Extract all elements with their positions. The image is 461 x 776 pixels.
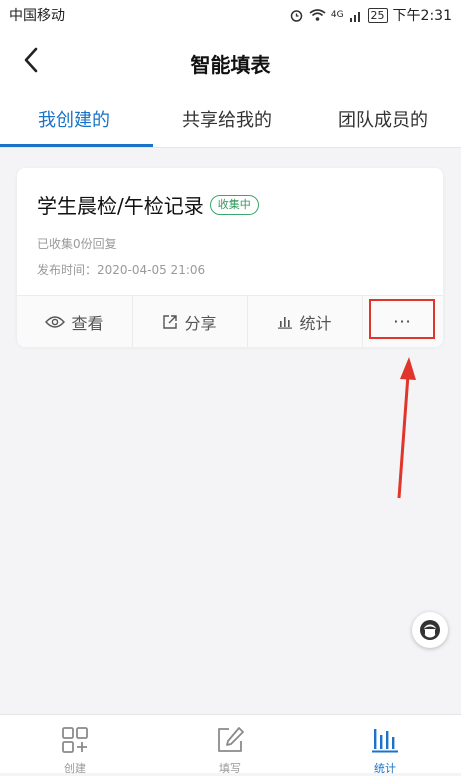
view-button[interactable]: 查看 (17, 296, 132, 347)
card-title-row: 学生晨检/午检记录 收集中 (37, 190, 259, 219)
highlight-box (369, 299, 435, 339)
active-tab-indicator (0, 144, 153, 147)
signal-icon (349, 11, 360, 22)
stats-button[interactable]: 统计 (247, 296, 362, 347)
form-card[interactable]: 学生晨检/午检记录 收集中 已收集0份回复 发布时间：2020-04-05 21… (17, 168, 443, 347)
tab-bar: 我创建的 共享给我的 团队成员的 (0, 96, 461, 148)
time: 下午2:31 (392, 8, 452, 24)
create-grid-icon (62, 727, 88, 753)
bar-chart-icon (278, 316, 293, 329)
view-label: 查看 (71, 313, 104, 333)
battery-indicator: 25 (367, 7, 388, 23)
page-title: 智能填表 (190, 53, 271, 77)
bottom-nav-create[interactable]: 创建 (15, 715, 135, 775)
tab-my-created[interactable]: 我创建的 (38, 106, 110, 132)
alarm-icon (290, 9, 303, 22)
bottom-nav-stats-label: 统计 (374, 762, 396, 775)
status-bar: 中国移动 4G 25 下午2:31 (0, 0, 461, 28)
status-badge: 收集中 (209, 194, 259, 215)
carrier-name: 中国移动 (9, 8, 65, 24)
stats-label: 统计 (299, 313, 332, 333)
bottom-nav-fill-label: 填写 (219, 762, 241, 775)
tab-shared-with-me[interactable]: 共享给我的 (182, 106, 272, 132)
eye-icon (45, 315, 66, 328)
bottom-nav: 创建 填写 统计 (0, 714, 461, 775)
bottom-nav-fill[interactable]: 填写 (170, 715, 290, 775)
bottom-nav-stats[interactable]: 统计 (325, 715, 445, 775)
response-count: 已收集0份回复 (37, 237, 117, 251)
annotation-arrow (397, 357, 416, 499)
publish-time: 发布时间：2020-04-05 21:06 (37, 263, 206, 277)
edit-icon (218, 727, 244, 752)
nav-bar: 智能填表 (0, 36, 461, 86)
wifi-icon (309, 9, 326, 21)
share-button[interactable]: 分享 (132, 296, 247, 347)
bottom-nav-create-label: 创建 (64, 762, 86, 775)
form-title: 学生晨检/午检记录 (37, 194, 204, 218)
network-type: 4G (330, 10, 344, 20)
status-icons: 4G 25 下午2:31 (289, 5, 452, 25)
stats-icon (372, 729, 398, 753)
headset-icon (420, 620, 440, 640)
customer-service-button[interactable] (412, 612, 448, 648)
header-area: 中国移动 4G 25 下午2:31 智能填表 我创建的 共享给我的 团队成员的 (0, 0, 461, 148)
share-label: 分享 (184, 313, 217, 333)
share-icon (163, 314, 178, 329)
tab-team-members[interactable]: 团队成员的 (338, 106, 428, 132)
